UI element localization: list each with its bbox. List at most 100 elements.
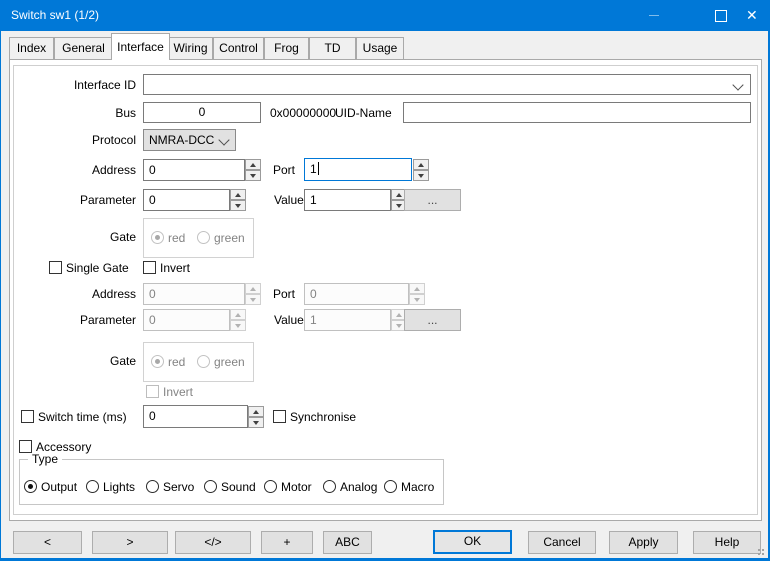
triangle-down-icon <box>250 298 256 302</box>
address2-spin-down-button <box>245 294 261 305</box>
parameter2-spinner-buttons <box>230 309 246 331</box>
parameter-spin-up-button[interactable] <box>230 189 246 200</box>
radio-type-lights[interactable] <box>86 480 99 493</box>
triangle-down-icon <box>414 298 420 302</box>
address2-input: 0 <box>143 283 245 305</box>
port-input-focused[interactable]: 1 <box>304 158 412 181</box>
radio-gate-red <box>151 231 164 244</box>
next-button[interactable]: > <box>92 531 168 554</box>
address-input[interactable]: 0 <box>143 159 245 181</box>
cancel-button[interactable]: Cancel <box>528 531 596 554</box>
switch-time-input[interactable]: 0 <box>143 405 248 428</box>
triangle-down-icon <box>418 174 424 178</box>
parameter-label: Parameter <box>1 193 136 208</box>
triangle-up-icon <box>253 410 259 414</box>
value-input[interactable]: 1 <box>304 189 391 211</box>
tab-interface[interactable]: Interface <box>111 33 170 60</box>
add-button[interactable]: + <box>261 531 313 554</box>
type-analog-label: Analog <box>340 480 377 495</box>
synchronise-label: Synchronise <box>290 410 356 425</box>
maximize-icon <box>715 10 727 22</box>
browse-button[interactable]: ... <box>404 189 461 211</box>
port-spin-up-button[interactable] <box>413 159 429 170</box>
maximize-button[interactable] <box>705 0 737 31</box>
port2-spinner-buttons <box>409 283 425 305</box>
radio-type-motor[interactable] <box>264 480 277 493</box>
triangle-up-icon <box>396 313 402 317</box>
help-button[interactable]: Help <box>693 531 761 554</box>
triangle-up-icon <box>250 163 256 167</box>
abc-button[interactable]: ABC <box>323 531 372 554</box>
type-servo-label: Servo <box>163 480 194 495</box>
port-spinner-buttons <box>413 159 429 181</box>
uid-name-input[interactable] <box>403 102 751 123</box>
tab-td[interactable]: TD <box>309 37 356 59</box>
type-sound-label: Sound <box>221 480 256 495</box>
switch-time-spinner-buttons <box>248 406 264 428</box>
address2-label: Address <box>1 287 136 302</box>
switch-properties-dialog: Switch sw1 (1/2) ✕ Index General Interfa… <box>0 0 770 561</box>
invert2-checkbox <box>146 385 159 398</box>
resize-grip-icon[interactable] <box>758 549 760 551</box>
triangle-down-icon <box>235 324 241 328</box>
ok-button[interactable]: OK <box>433 530 512 554</box>
triangle-down-icon <box>235 204 241 208</box>
xml-code-button[interactable]: </> <box>175 531 251 554</box>
triangle-up-icon <box>235 193 241 197</box>
address-spin-down-button[interactable] <box>245 170 261 181</box>
accessory-checkbox[interactable] <box>19 440 32 453</box>
tab-usage[interactable]: Usage <box>356 37 404 59</box>
port-spin-down-button[interactable] <box>413 170 429 181</box>
type-output-label: Output <box>41 480 77 495</box>
gate-label: Gate <box>1 230 136 245</box>
port2-spin-down-button <box>409 294 425 305</box>
titlebar[interactable]: Switch sw1 (1/2) ✕ <box>1 0 768 31</box>
switch-time-spin-down-button[interactable] <box>248 417 264 428</box>
radio-type-analog[interactable] <box>323 480 336 493</box>
synchronise-checkbox[interactable] <box>273 410 286 423</box>
prev-button[interactable]: < <box>13 531 82 554</box>
parameter2-input: 0 <box>143 309 230 331</box>
interface-id-combobox[interactable] <box>143 74 751 95</box>
triangle-down-icon <box>253 421 259 425</box>
tab-general[interactable]: General <box>54 37 113 59</box>
tab-index[interactable]: Index <box>9 37 54 59</box>
minimize-icon <box>649 15 659 16</box>
single-gate-checkbox[interactable] <box>49 261 62 274</box>
triangle-down-icon <box>396 204 402 208</box>
port2-input: 0 <box>304 283 409 305</box>
switch-time-spin-up-button[interactable] <box>248 406 264 417</box>
parameter2-spin-down-button <box>230 320 246 331</box>
browse2-button[interactable]: ... <box>404 309 461 331</box>
value-label: Value <box>274 193 304 208</box>
tab-control[interactable]: Control <box>213 37 264 59</box>
close-icon: ✕ <box>746 7 758 23</box>
radio-type-servo[interactable] <box>146 480 159 493</box>
switch-time-checkbox[interactable] <box>21 410 34 423</box>
address-spin-up-button[interactable] <box>245 159 261 170</box>
invert-checkbox[interactable] <box>143 261 156 274</box>
triangle-up-icon <box>250 287 256 291</box>
gate-green-label: green <box>214 231 245 246</box>
value2-label: Value <box>274 313 304 328</box>
invert2-label: Invert <box>163 385 193 400</box>
apply-button[interactable]: Apply <box>609 531 678 554</box>
radio-type-output[interactable] <box>24 480 37 493</box>
tab-wiring[interactable]: Wiring <box>168 37 213 59</box>
uid-name-label: UID-Name <box>335 106 392 121</box>
parameter-spin-down-button[interactable] <box>230 200 246 211</box>
tab-frog[interactable]: Frog <box>264 37 309 59</box>
radio-gate-green <box>197 231 210 244</box>
triangle-up-icon <box>396 193 402 197</box>
radio-type-sound[interactable] <box>204 480 217 493</box>
interface-id-label: Interface ID <box>1 78 136 93</box>
address-spinner-buttons <box>245 159 261 181</box>
triangle-up-icon <box>235 313 241 317</box>
bus-input[interactable]: 0 <box>143 102 261 123</box>
radio-gate2-green <box>197 355 210 368</box>
close-button[interactable]: ✕ <box>737 0 769 31</box>
parameter2-spin-up-button <box>230 309 246 320</box>
gate-red-label: red <box>168 231 185 246</box>
parameter-input[interactable]: 0 <box>143 189 230 211</box>
radio-type-macro[interactable] <box>384 480 397 493</box>
